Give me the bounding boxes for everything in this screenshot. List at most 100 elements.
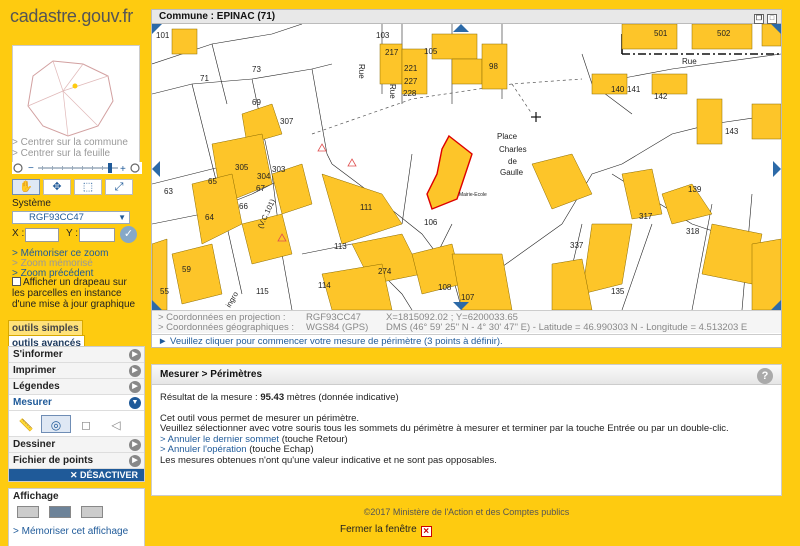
site-logo[interactable]: cadastre.gouv.fr bbox=[10, 6, 133, 27]
parcel-number: 139 bbox=[688, 185, 702, 194]
parcel-number: 101 bbox=[156, 31, 170, 40]
affichage-title: Affichage bbox=[13, 491, 59, 502]
measure-panel: Mesurer > Périmètres ? Résultat de la me… bbox=[151, 364, 782, 496]
display-mode-3-icon[interactable] bbox=[81, 506, 103, 518]
close-window-button[interactable]: Fermer la fenêtre × bbox=[340, 524, 432, 537]
zoom-slider[interactable]: − + bbox=[12, 162, 142, 175]
play-icon: ▶ bbox=[129, 455, 141, 467]
parcel-number: 143 bbox=[725, 127, 739, 136]
parcel-number: 303 bbox=[272, 165, 286, 174]
map-window: Commune : EPINAC (71) ❐ □ 101 103 105 21… bbox=[151, 9, 782, 348]
chevron-down-icon: ▼ bbox=[118, 213, 126, 222]
angle-icon[interactable]: ◁ bbox=[101, 416, 131, 434]
drapeau-option[interactable]: Afficher un drapeau sur les parcelles en… bbox=[12, 277, 142, 310]
place-label: Charles bbox=[499, 145, 527, 154]
parcel-number: 73 bbox=[252, 65, 261, 74]
measure-title-bar: Mesurer > Périmètres ? bbox=[152, 365, 781, 385]
close-icon: × bbox=[420, 526, 432, 537]
window-controls: ❐ □ bbox=[751, 11, 777, 25]
systeme-select[interactable]: RGF93CC47 ▼ bbox=[12, 211, 130, 224]
menu-item-informer[interactable]: S'informer ▶ bbox=[9, 347, 144, 363]
close-icon: ✕ bbox=[69, 470, 80, 480]
parcel-number: 227 bbox=[404, 77, 418, 86]
x-label: X : bbox=[12, 228, 25, 239]
geo-label: > Coordonnées géographiques : bbox=[158, 322, 295, 333]
help-icon[interactable]: ? bbox=[757, 368, 773, 384]
area-icon[interactable]: ◻ bbox=[71, 416, 101, 434]
pan-left-arrow[interactable] bbox=[152, 161, 160, 177]
x-input[interactable] bbox=[25, 228, 59, 242]
play-icon: ▶ bbox=[129, 439, 141, 451]
parcel-number: 115 bbox=[256, 287, 269, 296]
play-icon: ▶ bbox=[129, 381, 141, 393]
measure-note: Les mesures obtenues n'ont qu'une valeur… bbox=[160, 454, 497, 466]
street-label: Rue bbox=[388, 84, 397, 99]
parcel-number: 59 bbox=[182, 265, 191, 274]
place-label: Place bbox=[497, 132, 518, 141]
y-input[interactable] bbox=[79, 228, 115, 242]
full-extent-icon[interactable]: ⤢ bbox=[105, 179, 133, 195]
menu-item-fichier-points[interactable]: Fichier de points ▶ bbox=[9, 453, 144, 469]
tools-menu: S'informer ▶ Imprimer ▶ Légendes ▶ Mesurer ▼… bbox=[8, 346, 145, 482]
play-icon: ▶ bbox=[129, 365, 141, 377]
parcel-number: 304 bbox=[257, 172, 271, 181]
parcel-number: 307 bbox=[280, 117, 294, 126]
parcel-number: 274 bbox=[378, 267, 392, 276]
annuler-sommet-link[interactable]: > Annuler le dernier sommet bbox=[160, 434, 279, 445]
affichage-panel: Affichage > Mémoriser cet affichage bbox=[8, 488, 145, 546]
display-mode-1-icon[interactable] bbox=[17, 506, 39, 518]
place-label: Gaulle bbox=[500, 168, 524, 177]
parcel-number: 108 bbox=[438, 283, 452, 292]
crosshair-icon bbox=[531, 112, 541, 122]
copyright: ©2017 Ministère de l'Action et des Compt… bbox=[363, 507, 570, 517]
parcel-number: 71 bbox=[200, 74, 209, 83]
center-commune-link[interactable]: > Centrer sur la commune bbox=[12, 137, 128, 148]
annuler-operation-hint: (touche Echap) bbox=[246, 444, 314, 455]
parcel-number: 318 bbox=[686, 227, 700, 236]
parcel-number: 106 bbox=[424, 218, 438, 227]
tab-outils-simples[interactable]: outils simples bbox=[8, 320, 83, 335]
parcel-number: 55 bbox=[160, 287, 169, 296]
drapeau-checkbox[interactable] bbox=[12, 277, 21, 286]
perimeter-icon[interactable]: ◎ bbox=[41, 415, 71, 433]
geo-system: WGS84 (GPS) bbox=[306, 322, 369, 333]
commune-title: Commune : EPINAC (71) bbox=[159, 11, 276, 22]
parcel-number: 63 bbox=[164, 187, 173, 196]
hand-icon[interactable]: ✋ bbox=[12, 179, 40, 195]
parcel-number: 67 bbox=[256, 184, 265, 193]
maximize-icon[interactable]: □ bbox=[767, 14, 777, 24]
pan-up-arrow[interactable] bbox=[453, 24, 469, 32]
svg-text:−: − bbox=[28, 163, 34, 174]
go-coordinates-button[interactable]: ✓ bbox=[120, 226, 137, 243]
menu-item-mesurer[interactable]: Mesurer ▼ bbox=[9, 395, 144, 411]
ruler-icon[interactable]: 📏 bbox=[11, 416, 41, 434]
annuler-sommet-hint: (touche Retour) bbox=[279, 433, 348, 445]
left-panel: > Centrer sur la commune > Centrer sur l… bbox=[8, 35, 145, 546]
menu-label: Mesurer bbox=[13, 397, 52, 408]
parcel-number: 111 bbox=[360, 203, 373, 212]
desactiver-label: DÉSACTIVER bbox=[79, 470, 138, 480]
zoom-box-icon[interactable]: ⬚ bbox=[74, 179, 102, 195]
desactiver-button[interactable]: ✕ DÉSACTIVER bbox=[9, 469, 144, 481]
pan-arrows-icon[interactable]: ✥ bbox=[43, 179, 71, 195]
display-mode-2-icon[interactable] bbox=[49, 506, 71, 518]
pan-right-arrow[interactable] bbox=[773, 161, 781, 177]
menu-item-dessiner[interactable]: Dessiner ▶ bbox=[9, 437, 144, 453]
street-label: Rue bbox=[357, 64, 366, 79]
menu-label: Imprimer bbox=[13, 365, 56, 376]
mairie-label: Mairie-Ecole bbox=[459, 192, 487, 198]
memoriser-affichage-link[interactable]: > Mémoriser cet affichage bbox=[13, 526, 140, 537]
coordinates-panel: > Coordonnées en projection : RGF93CC47 … bbox=[152, 310, 781, 333]
parcel-number: 114 bbox=[318, 281, 331, 290]
restore-icon[interactable]: ❐ bbox=[754, 14, 764, 24]
annuler-operation-link[interactable]: > Annuler l'opération bbox=[160, 444, 247, 455]
street-label: ingro bbox=[224, 290, 240, 309]
street-label: Rue bbox=[682, 57, 697, 66]
cadastre-map[interactable]: 101 103 105 217 221 227 228 98 501 502 71 73 69 307 14… bbox=[152, 24, 781, 310]
center-feuille-link[interactable]: > Centrer sur la feuille bbox=[12, 148, 110, 159]
play-icon: ▶ bbox=[129, 349, 141, 361]
parcel-number: 105 bbox=[424, 47, 438, 56]
menu-item-imprimer[interactable]: Imprimer ▶ bbox=[9, 363, 144, 379]
menu-item-legendes[interactable]: Légendes ▶ bbox=[9, 379, 144, 395]
parcel-number: 69 bbox=[252, 98, 261, 107]
